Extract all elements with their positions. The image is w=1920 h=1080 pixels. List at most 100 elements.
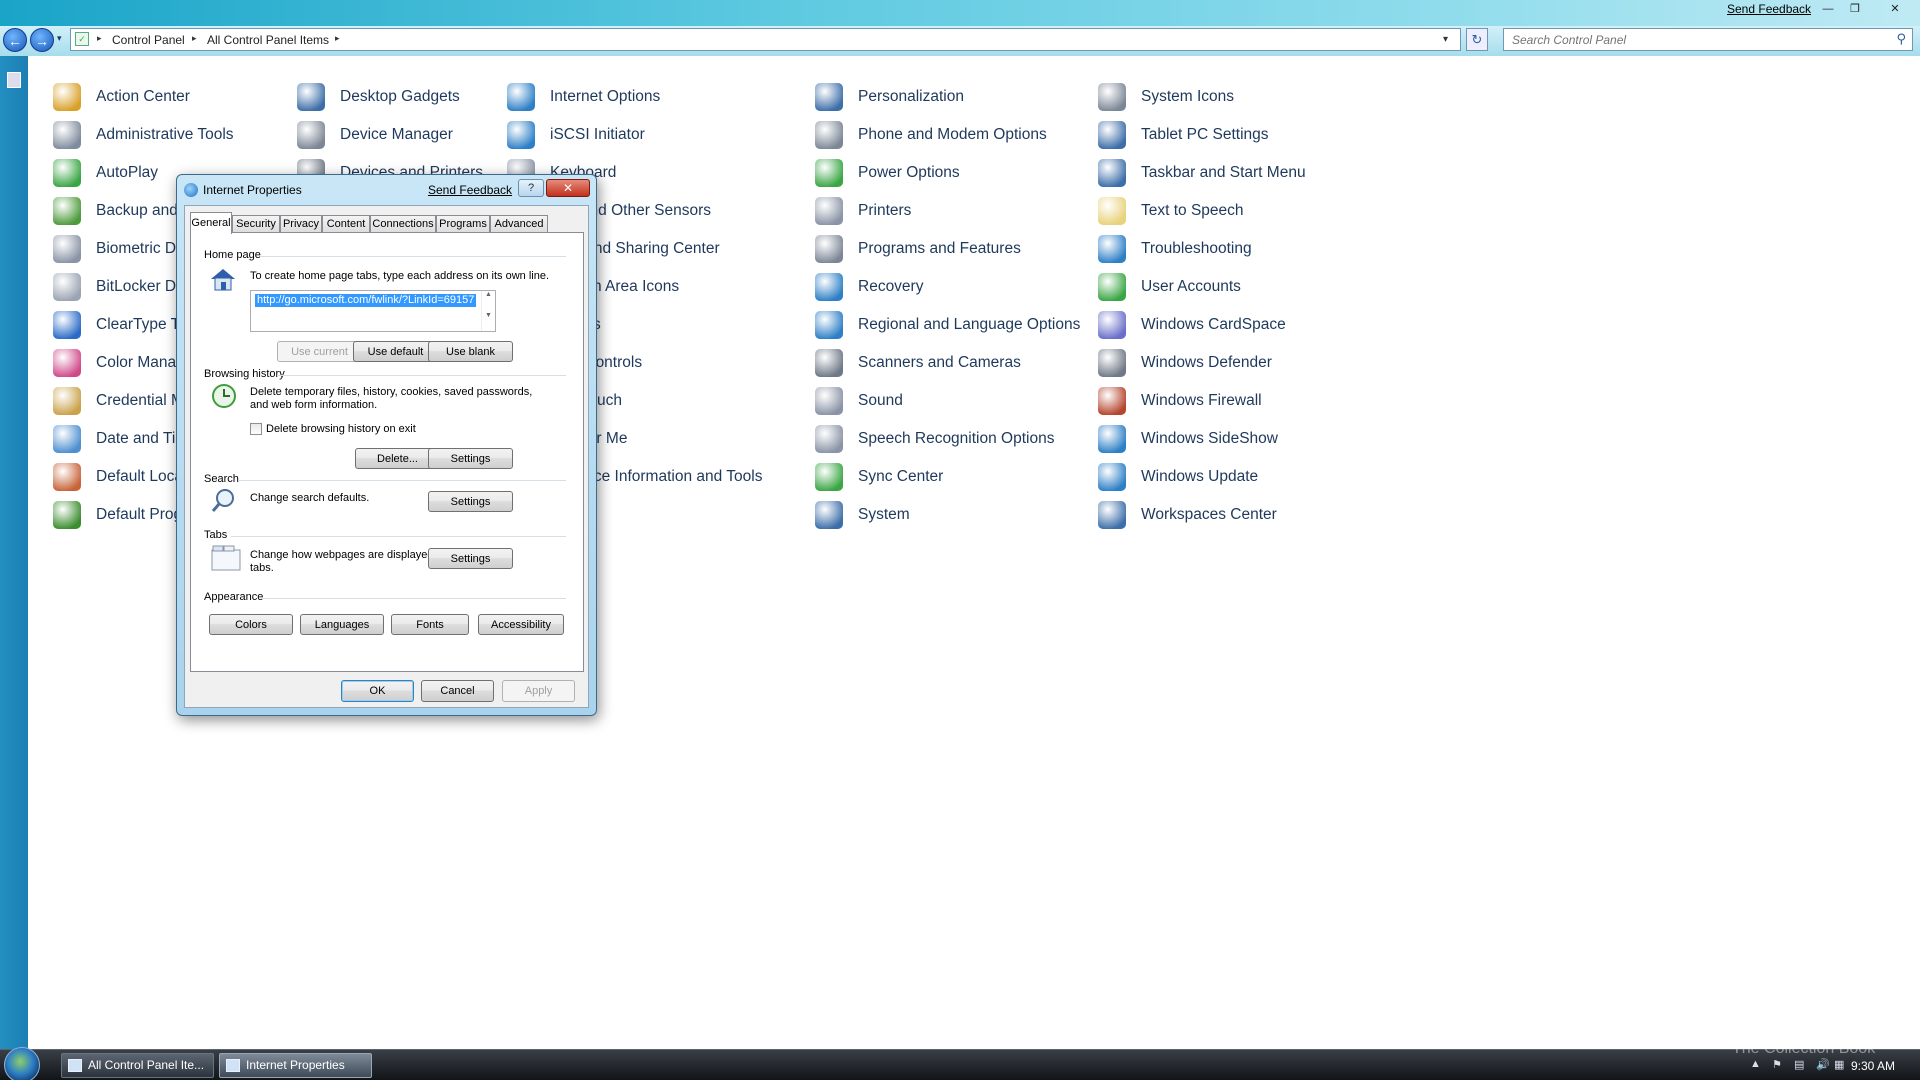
cp-item-troubleshooting[interactable]: Troubleshooting xyxy=(1098,235,1252,263)
colors-button[interactable]: Colors xyxy=(209,614,293,635)
breadcrumb-separator[interactable]: ▸ xyxy=(335,33,340,44)
cp-item-label: Internet Options xyxy=(550,88,661,105)
cancel-button[interactable]: Cancel xyxy=(421,680,494,702)
languages-button[interactable]: Languages xyxy=(300,614,384,635)
cp-item-calendar-clock[interactable]: Date and Ti xyxy=(53,425,175,453)
cp-item-microphone[interactable]: Speech Recognition Options xyxy=(815,425,1054,453)
cp-item-iscsi[interactable]: iSCSI Initiator xyxy=(507,121,645,149)
use-default-button[interactable]: Use default xyxy=(353,341,438,362)
dialog-title: Internet Properties xyxy=(203,183,302,197)
cp-item-programs[interactable]: Programs and Features xyxy=(815,235,1021,263)
cp-item-default-programs[interactable]: Default Prog xyxy=(53,501,182,529)
cp-item-gadgets[interactable]: Desktop Gadgets xyxy=(297,83,460,111)
fonts-button[interactable]: Fonts xyxy=(391,614,469,635)
search-box[interactable]: ⚲ xyxy=(1503,28,1913,51)
show-hidden-icons-icon[interactable]: ▲ xyxy=(1750,1058,1761,1070)
breadcrumb-control-panel[interactable]: Control Panel xyxy=(112,33,185,47)
minimize-button[interactable]: — xyxy=(1817,1,1839,17)
dialog-send-feedback-link[interactable]: Send Feedback xyxy=(428,183,512,197)
cp-item-sync[interactable]: Sync Center xyxy=(815,463,943,491)
dialog-close-button[interactable]: ✕ xyxy=(546,179,590,197)
recent-pages-icon[interactable]: ▾ xyxy=(57,33,62,44)
send-feedback-link[interactable]: Send Feedback xyxy=(1727,2,1811,16)
cp-item-cardspace[interactable]: Windows CardSpace xyxy=(1098,311,1286,339)
home-page-url[interactable]: http://go.microsoft.com/fwlink/?LinkId=6… xyxy=(255,294,477,307)
back-button[interactable]: ← xyxy=(3,28,27,52)
tab-content[interactable]: Content xyxy=(322,215,370,233)
cp-item-fingerprint[interactable]: Biometric D xyxy=(53,235,176,263)
address-bar[interactable]: ✓ ▸ Control Panel ▸ All Control Panel It… xyxy=(70,28,1461,51)
cp-item-speaker[interactable]: Sound xyxy=(815,387,903,415)
cp-item-defender[interactable]: Windows Defender xyxy=(1098,349,1272,377)
taskbar-button-internet-properties[interactable]: Internet Properties xyxy=(219,1053,372,1078)
cp-item-internet-options[interactable]: Internet Options xyxy=(507,83,660,111)
cp-item-credential[interactable]: Credential M xyxy=(53,387,184,415)
cp-item-shield-flag[interactable]: Action Center xyxy=(53,83,190,111)
search-input[interactable] xyxy=(1512,30,1882,50)
delete-on-exit-checkbox[interactable] xyxy=(250,423,262,435)
cp-item-taskbar[interactable]: Taskbar and Start Menu xyxy=(1098,159,1306,187)
cp-item-speech-bubble[interactable]: Text to Speech xyxy=(1098,197,1244,225)
cp-item-printer[interactable]: Printers xyxy=(815,197,911,225)
clock[interactable]: 9:30 AM xyxy=(1851,1059,1895,1073)
cp-item-admin-tools[interactable]: Administrative Tools xyxy=(53,121,234,149)
forward-button[interactable]: → xyxy=(30,28,54,52)
close-button[interactable]: ✕ xyxy=(1884,1,1906,17)
tab-security[interactable]: Security xyxy=(232,215,280,233)
cp-item-globe[interactable]: Regional and Language Options xyxy=(815,311,1080,339)
cp-item-device-manager[interactable]: Device Manager xyxy=(297,121,453,149)
cp-item-sideshow[interactable]: Windows SideShow xyxy=(1098,425,1278,453)
taskbar-button-control-panel[interactable]: All Control Panel Ite... xyxy=(61,1053,214,1078)
cp-item-cleartype[interactable]: ClearType T xyxy=(53,311,180,339)
tab-general[interactable]: General xyxy=(190,212,232,234)
cp-item-color-management[interactable]: Color Mana xyxy=(53,349,176,377)
delete-on-exit-label[interactable]: Delete browsing history on exit xyxy=(266,423,416,436)
refresh-button[interactable]: ↻ xyxy=(1466,28,1488,51)
start-button[interactable] xyxy=(4,1047,40,1080)
cp-item-system-icons[interactable]: System Icons xyxy=(1098,83,1234,111)
breadcrumb-separator[interactable]: ▸ xyxy=(192,33,197,44)
cp-item-autoplay[interactable]: AutoPlay xyxy=(53,159,158,187)
history-settings-button[interactable]: Settings xyxy=(428,448,513,469)
cp-item-personalization[interactable]: Personalization xyxy=(815,83,964,111)
cp-item-scanner[interactable]: Scanners and Cameras xyxy=(815,349,1021,377)
cp-item-phone-modem[interactable]: Phone and Modem Options xyxy=(815,121,1047,149)
use-current-button[interactable]: Use current xyxy=(277,341,362,362)
breadcrumb-all-items[interactable]: All Control Panel Items xyxy=(207,33,329,47)
tabs-settings-button[interactable]: Settings xyxy=(428,548,513,569)
cp-item-user-accounts[interactable]: User Accounts xyxy=(1098,273,1241,301)
tab-privacy[interactable]: Privacy xyxy=(280,215,322,233)
cp-item-workspaces[interactable]: Workspaces Center xyxy=(1098,501,1277,529)
url-scrollbar[interactable]: ▲ ▼ xyxy=(481,291,495,331)
cp-item-firewall[interactable]: Windows Firewall xyxy=(1098,387,1262,415)
ok-button[interactable]: OK xyxy=(341,680,414,702)
cp-item-label: Text to Speech xyxy=(1141,202,1244,219)
help-button[interactable]: ? xyxy=(518,179,544,197)
volume-icon[interactable]: 🔊 xyxy=(1816,1058,1830,1071)
accessibility-button[interactable]: Accessibility xyxy=(478,614,564,635)
address-dropdown-icon[interactable]: ▾ xyxy=(1443,34,1448,45)
tab-programs[interactable]: Programs xyxy=(436,215,490,233)
search-icon[interactable]: ⚲ xyxy=(1896,31,1906,47)
tab-connections[interactable]: Connections xyxy=(370,215,436,233)
cp-item-bitlocker[interactable]: BitLocker D xyxy=(53,273,176,301)
cp-item-windows-update[interactable]: Windows Update xyxy=(1098,463,1258,491)
network-tray-icon[interactable]: ▤ xyxy=(1794,1058,1804,1071)
search-settings-button[interactable]: Settings xyxy=(428,491,513,512)
home-page-url-field[interactable]: http://go.microsoft.com/fwlink/?LinkId=6… xyxy=(250,290,496,332)
apply-button[interactable]: Apply xyxy=(502,680,575,702)
cp-item-backup[interactable]: Backup and xyxy=(53,197,178,225)
cp-item-recovery[interactable]: Recovery xyxy=(815,273,923,301)
breadcrumb-separator[interactable]: ▸ xyxy=(97,33,102,44)
cp-item-label: Default Prog xyxy=(96,506,183,523)
use-blank-button[interactable]: Use blank xyxy=(428,341,513,362)
maximize-button[interactable]: ❐ xyxy=(1844,1,1866,17)
view-icon[interactable] xyxy=(7,72,21,88)
cp-item-location[interactable]: Default Loca xyxy=(53,463,183,491)
cp-item-tablet[interactable]: Tablet PC Settings xyxy=(1098,121,1269,149)
tray-app-icon[interactable]: ▦ xyxy=(1834,1058,1844,1071)
cp-item-computer[interactable]: System xyxy=(815,501,910,529)
action-center-flag-icon[interactable]: ⚑ xyxy=(1772,1058,1782,1071)
cp-item-power[interactable]: Power Options xyxy=(815,159,960,187)
tab-advanced[interactable]: Advanced xyxy=(490,215,548,233)
